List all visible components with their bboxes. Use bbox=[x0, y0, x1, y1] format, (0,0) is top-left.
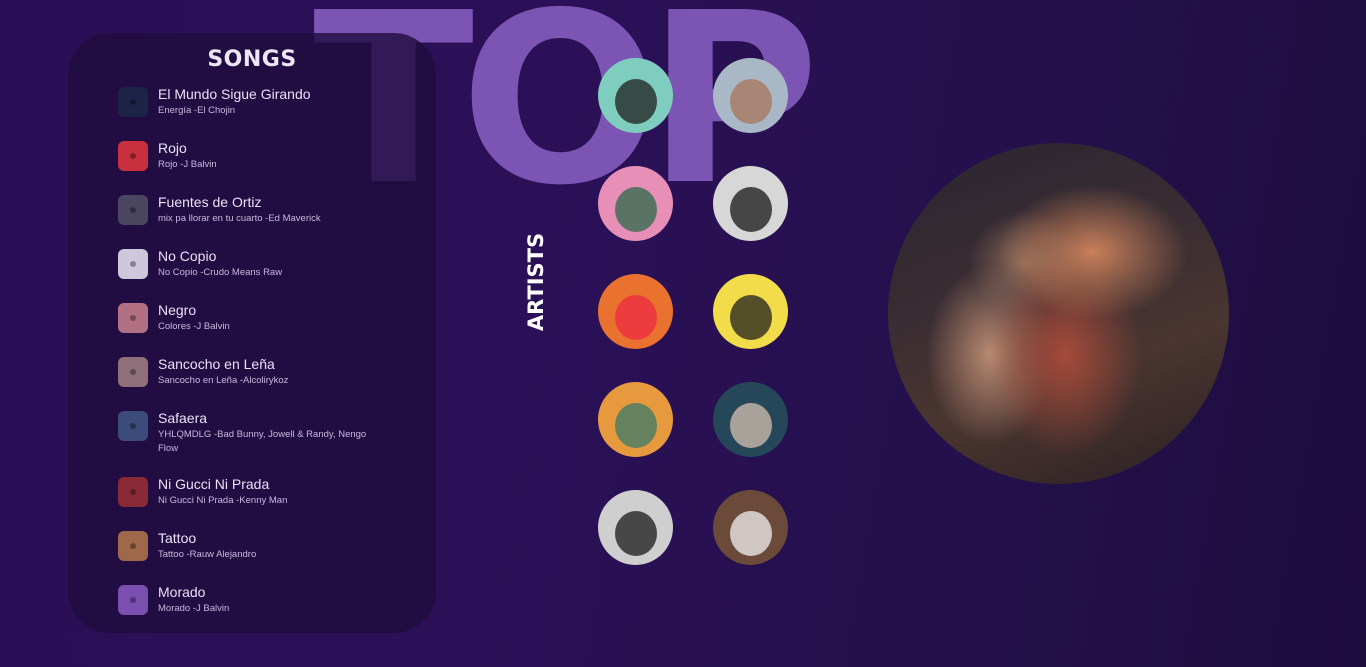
song-subtitle: No Copio -Crudo Means Raw bbox=[158, 267, 283, 278]
song-title: Sancocho en Leña bbox=[158, 356, 275, 372]
artist-photo bbox=[729, 295, 772, 340]
song-list: El Mundo Sigue Girando Energía -El Choji… bbox=[118, 87, 368, 635]
song-subtitle: Rojo -J Balvin bbox=[158, 159, 217, 170]
song-item[interactable]: Sancocho en Leña Sancocho en Leña -Alcol… bbox=[118, 357, 368, 388]
song-subtitle: Ni Gucci Ni Prada -Kenny Man bbox=[158, 495, 288, 506]
artist-photo bbox=[729, 187, 772, 232]
song-album-art bbox=[118, 87, 148, 117]
song-item[interactable]: Tattoo Tattoo -Rauw Alejandro bbox=[118, 531, 368, 562]
artist-photo bbox=[729, 79, 772, 124]
artist-photo bbox=[614, 79, 657, 124]
artist-avatar[interactable] bbox=[598, 274, 673, 349]
song-item[interactable]: Ni Gucci Ni Prada Ni Gucci Ni Prada -Ken… bbox=[118, 477, 368, 508]
artist-photo bbox=[729, 403, 772, 448]
song-title: Morado bbox=[158, 584, 206, 600]
artist-photo bbox=[614, 295, 657, 340]
artist-avatar[interactable] bbox=[713, 274, 788, 349]
song-title: Rojo bbox=[158, 140, 187, 156]
song-album-art bbox=[118, 357, 148, 387]
artist-avatar[interactable] bbox=[713, 382, 788, 457]
featured-artwork-image bbox=[888, 143, 1229, 484]
song-album-art bbox=[118, 303, 148, 333]
artist-avatar[interactable] bbox=[713, 166, 788, 241]
song-album-art bbox=[118, 477, 148, 507]
artist-photo bbox=[614, 403, 657, 448]
artist-photo bbox=[614, 187, 657, 232]
song-album-art bbox=[118, 585, 148, 615]
artist-avatar[interactable] bbox=[598, 382, 673, 457]
song-subtitle: mix pa llorar en tu cuarto -Ed Maverick bbox=[158, 213, 321, 224]
song-item[interactable]: El Mundo Sigue Girando Energía -El Choji… bbox=[118, 87, 368, 118]
song-item[interactable]: Negro Colores -J Balvin bbox=[118, 303, 368, 334]
artist-avatar[interactable] bbox=[713, 490, 788, 565]
song-item[interactable]: Rojo Rojo -J Balvin bbox=[118, 141, 368, 172]
song-subtitle: Energía -El Chojin bbox=[158, 105, 236, 116]
song-album-art bbox=[118, 249, 148, 279]
song-title: Tattoo bbox=[158, 530, 197, 546]
artists-label: ARTISTS bbox=[524, 232, 548, 332]
song-subtitle: Tattoo -Rauw Alejandro bbox=[158, 549, 257, 560]
artist-avatar[interactable] bbox=[598, 166, 673, 241]
song-title: Safaera bbox=[158, 410, 208, 426]
song-album-art bbox=[118, 195, 148, 225]
song-subtitle: Colores -J Balvin bbox=[158, 321, 230, 332]
song-album-art bbox=[118, 531, 148, 561]
artist-photo bbox=[614, 511, 657, 556]
song-title: Ni Gucci Ni Prada bbox=[158, 476, 270, 492]
song-item[interactable]: Safaera YHLQMDLG -Bad Bunny, Jowell & Ra… bbox=[118, 411, 368, 456]
song-album-art bbox=[118, 411, 148, 441]
song-item[interactable]: Fuentes de Ortiz mix pa llorar en tu cua… bbox=[118, 195, 368, 226]
artist-photo bbox=[729, 511, 772, 556]
song-subtitle: Morado -J Balvin bbox=[158, 603, 230, 614]
song-item[interactable]: No Copio No Copio -Crudo Means Raw bbox=[118, 249, 368, 280]
artist-avatar[interactable] bbox=[598, 490, 673, 565]
artist-avatar[interactable] bbox=[598, 58, 673, 133]
songs-title: SONGS bbox=[207, 47, 297, 72]
song-title: No Copio bbox=[158, 248, 217, 264]
song-subtitle: Sancocho en Leña -Alcolirykoz bbox=[158, 375, 289, 386]
songs-panel: SONGS El Mundo Sigue Girando Energía -El… bbox=[68, 33, 436, 633]
song-title: Fuentes de Ortiz bbox=[158, 194, 262, 210]
song-title: El Mundo Sigue Girando bbox=[158, 86, 311, 102]
song-title: Negro bbox=[158, 302, 197, 318]
artist-avatar[interactable] bbox=[713, 58, 788, 133]
song-item[interactable]: Morado Morado -J Balvin bbox=[118, 585, 368, 616]
artists-grid bbox=[598, 58, 788, 568]
song-subtitle: YHLQMDLG -Bad Bunny, Jowell & Randy, Nen… bbox=[158, 429, 367, 454]
song-album-art bbox=[118, 141, 148, 171]
